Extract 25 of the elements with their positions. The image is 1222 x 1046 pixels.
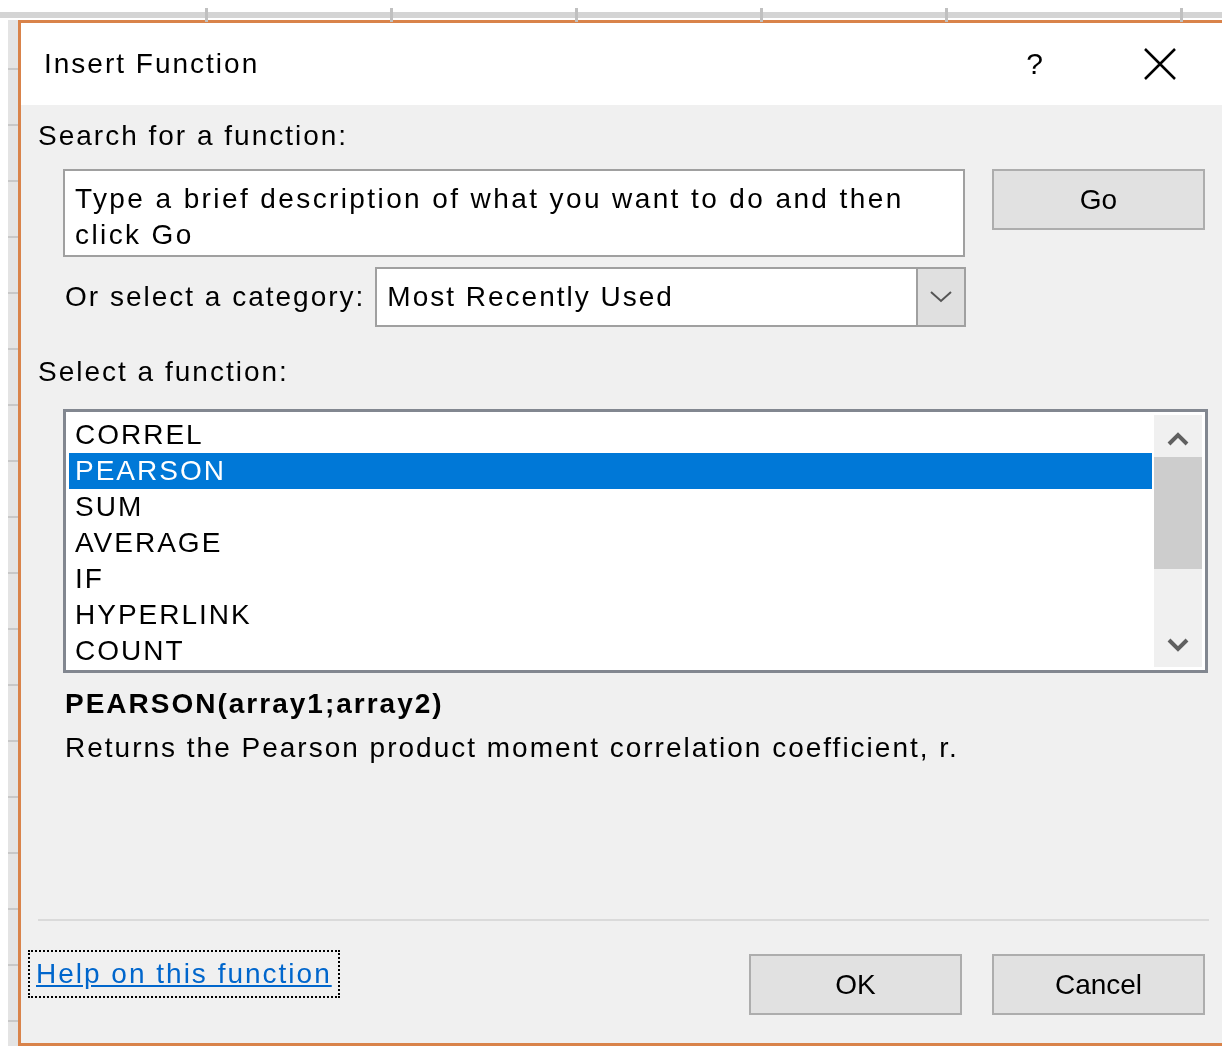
close-icon[interactable] — [1143, 47, 1177, 81]
function-item[interactable]: PEARSON — [69, 453, 1152, 489]
go-button[interactable]: Go — [992, 169, 1205, 230]
category-label: Or select a category: — [65, 281, 366, 313]
function-list-label: Select a function: — [38, 355, 290, 389]
search-label: Search for a function: — [38, 119, 350, 153]
function-item[interactable]: HYPERLINK — [69, 597, 1152, 633]
function-item[interactable]: COUNT — [69, 633, 1152, 669]
function-item[interactable]: CORREL — [69, 417, 1152, 453]
category-dropdown[interactable]: Most Recently Used — [375, 267, 967, 327]
chevron-down-icon — [930, 291, 953, 303]
function-item[interactable]: SUM — [69, 489, 1152, 525]
function-item[interactable]: AVERAGE — [69, 525, 1152, 561]
null[interactable]: OK — [749, 954, 962, 1015]
window-title: Insert Function — [44, 48, 261, 80]
function-description: Returns the Pearson product moment correlation coefficient, r. — [65, 731, 960, 765]
function-list[interactable]: CORREL PEARSON SUM AVERAGE IF HYPERLINK COUNT — [63, 409, 1208, 673]
search-field[interactable]: Type a brief description of what you want to do and then click Go — [63, 169, 965, 257]
function-signature: PEARSON(array1;array2) — [65, 687, 445, 721]
scroll-down-icon[interactable] — [1167, 637, 1189, 653]
scrollbar-thumb[interactable] — [1154, 457, 1202, 569]
function-item[interactable]: IF — [69, 561, 1152, 597]
null[interactable]: Cancel — [992, 954, 1205, 1015]
scroll-up-icon[interactable] — [1167, 431, 1189, 447]
help-button[interactable]: ? — [1026, 47, 1045, 81]
